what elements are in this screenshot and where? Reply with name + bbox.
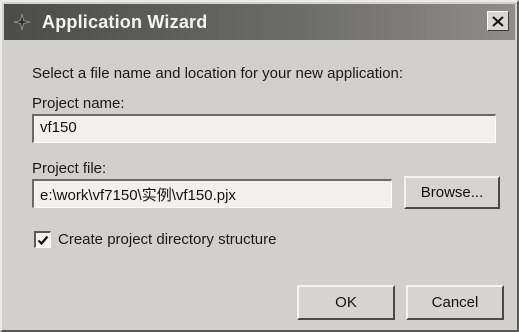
- project-name-input[interactable]: vf150: [32, 114, 496, 143]
- project-file-input[interactable]: e:\work\vf7150\实例\vf150.pjx: [32, 179, 392, 208]
- ok-button[interactable]: OK: [297, 285, 395, 320]
- cancel-button[interactable]: Cancel: [406, 285, 504, 320]
- checkmark-icon: [37, 235, 49, 245]
- close-icon: [492, 15, 504, 27]
- create-directory-label[interactable]: Create project directory structure: [58, 231, 276, 248]
- instruction-text: Select a file name and location for your…: [32, 65, 404, 82]
- close-button[interactable]: [487, 11, 509, 31]
- application-wizard-dialog: Application Wizard Select a file name an…: [0, 0, 519, 332]
- title-bar[interactable]: Application Wizard: [4, 4, 515, 40]
- create-directory-checkbox[interactable]: [34, 231, 51, 248]
- dialog-title: Application Wizard: [42, 11, 208, 32]
- browse-button[interactable]: Browse...: [404, 176, 500, 209]
- wizard-icon: [12, 12, 32, 32]
- project-name-label: Project name:: [32, 95, 125, 112]
- project-file-label: Project file:: [32, 160, 107, 177]
